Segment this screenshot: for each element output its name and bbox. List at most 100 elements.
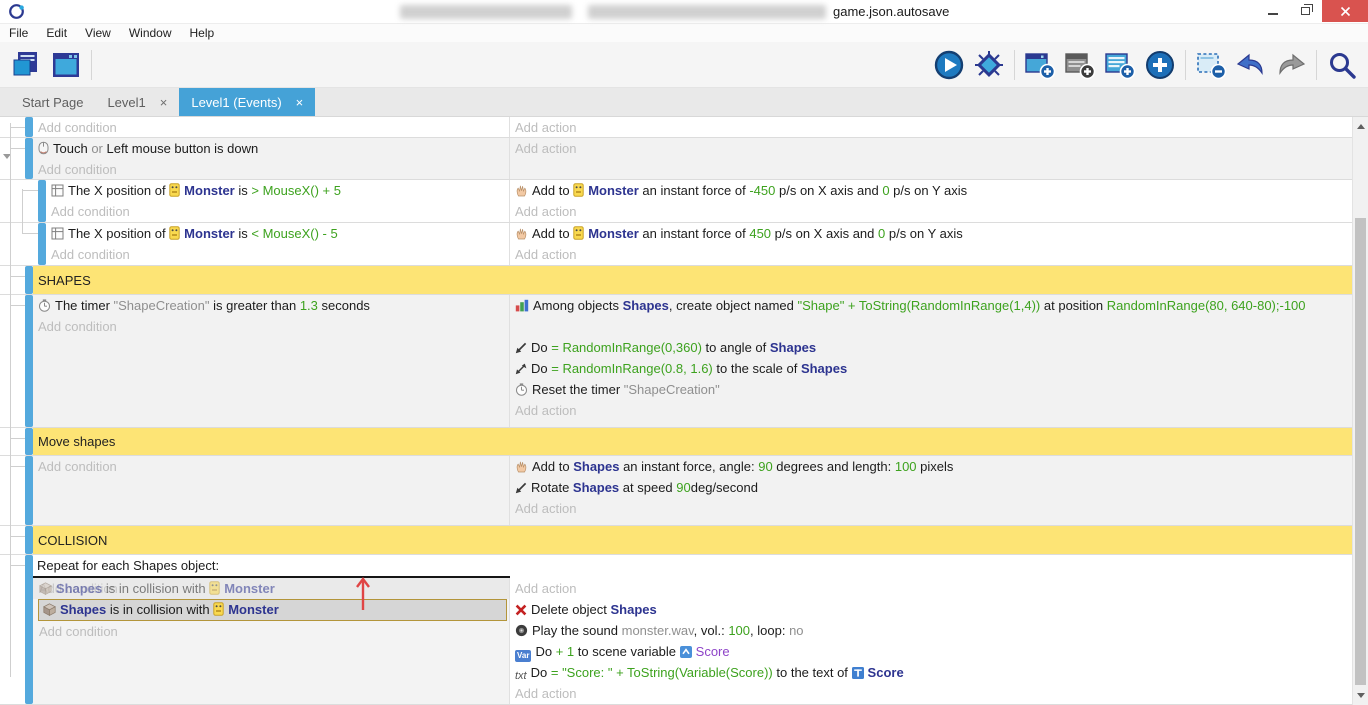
add-other-event-icon[interactable]: [1140, 45, 1180, 85]
actions-cell: Add to Shapes an instant force, angle: 9…: [510, 456, 1352, 525]
add-action-placeholder[interactable]: Add action: [515, 498, 1352, 519]
scrollbar-thumb[interactable]: [1355, 218, 1366, 685]
toolbar-separator: [1185, 50, 1186, 80]
restore-button[interactable]: [1289, 0, 1322, 22]
comment-label[interactable]: SHAPES: [33, 266, 1352, 294]
text-run: Shapes: [770, 340, 816, 355]
force-icon: [515, 458, 528, 477]
add-action-placeholder[interactable]: Add action: [515, 400, 1352, 421]
add-action-placeholder[interactable]: Add action: [510, 578, 1352, 599]
text-run: to angle of: [702, 340, 770, 355]
actions-cell: Add action: [510, 138, 1352, 179]
position-icon: [51, 225, 64, 244]
text-run: = RandomInRange(0.8, 1.6): [551, 361, 713, 376]
menu-edit[interactable]: Edit: [46, 26, 67, 40]
action-row[interactable]: txtDo = "Score: " + ToString(Variable(Sc…: [510, 662, 1352, 683]
add-condition-placeholder[interactable]: Add condition: [38, 117, 509, 137]
add-comment-icon[interactable]: [1060, 45, 1100, 85]
condition-row[interactable]: The timer "ShapeCreation" is greater tha…: [38, 295, 509, 316]
add-action-placeholder[interactable]: Add action: [515, 138, 1352, 159]
tab-start-page[interactable]: Start Page: [10, 88, 95, 116]
add-condition-placeholder[interactable]: Add condition: [33, 621, 509, 642]
force-icon: [515, 225, 528, 244]
play-icon[interactable]: [929, 45, 969, 85]
text-run: 100: [728, 623, 750, 638]
add-event-icon[interactable]: [1020, 45, 1060, 85]
action-row[interactable]: Reset the timer "ShapeCreation": [515, 379, 1352, 400]
conditions-cell: The X position of Monster is < MouseX() …: [46, 223, 510, 265]
tree-line: [10, 127, 25, 128]
minimize-button[interactable]: [1256, 0, 1289, 22]
add-condition-placeholder[interactable]: Add condition: [38, 159, 509, 179]
add-action-placeholder[interactable]: Add action: [515, 244, 1352, 265]
undo-icon[interactable]: [1231, 45, 1271, 85]
text-run: 100: [895, 459, 917, 474]
repeat-event: Repeat for each Shapes object: Add condit…: [0, 555, 1352, 705]
text-run: Shapes: [60, 602, 106, 617]
text-run: The X position of: [68, 183, 169, 198]
text-run: Score: [868, 665, 904, 680]
text-run: 0: [882, 183, 889, 198]
text-run: Touch: [53, 141, 91, 156]
delete-event-icon[interactable]: [1191, 45, 1231, 85]
condition-row[interactable]: The X position of Monster is < MouseX() …: [51, 223, 509, 244]
comment-label[interactable]: COLLISION: [33, 526, 1352, 554]
selected-condition-row[interactable]: Shapes is in collision with Monster: [38, 599, 507, 621]
add-condition-placeholder[interactable]: Add condition: [51, 244, 509, 265]
conditions-cell: The X position of Monster is > MouseX() …: [46, 180, 510, 222]
text-run: Add to: [532, 226, 573, 241]
tab-label: Level1: [107, 95, 145, 110]
repeat-header[interactable]: Repeat for each Shapes object:: [33, 555, 510, 578]
action-row[interactable]: Add to Shapes an instant force, angle: 9…: [515, 456, 1352, 477]
menu-help[interactable]: Help: [190, 26, 215, 40]
text-run: + 1: [556, 644, 574, 659]
condition-row[interactable]: The X position of Monster is > MouseX() …: [51, 180, 509, 201]
menu-view[interactable]: View: [85, 26, 111, 40]
text-run: "Shape" + ToString(RandomInRange(1,4)): [798, 298, 1041, 313]
scroll-up-icon[interactable]: [1357, 124, 1365, 129]
tab-close-icon[interactable]: ×: [296, 95, 304, 110]
event-highlight-bar: [25, 295, 33, 427]
tab-level1-events[interactable]: Level1 (Events) ×: [179, 88, 315, 116]
close-button[interactable]: [1322, 0, 1368, 22]
text-run: to the text of: [773, 665, 852, 680]
vertical-scrollbar[interactable]: [1352, 117, 1368, 705]
add-condition-placeholder[interactable]: Add condition: [38, 456, 509, 477]
monster-icon: [169, 182, 180, 201]
menu-file[interactable]: File: [9, 26, 28, 40]
project-manager-icon[interactable]: [6, 45, 46, 85]
actions-cell: Add action: [510, 117, 1352, 137]
action-row[interactable]: VarDo + 1 to scene variable Score: [510, 641, 1352, 662]
action-row[interactable]: Rotate Shapes at speed 90deg/second: [515, 477, 1352, 498]
action-row[interactable]: Add to Monster an instant force of -450 …: [515, 180, 1352, 201]
close-icon: [1340, 6, 1351, 17]
menu-window[interactable]: Window: [129, 26, 172, 40]
debug-icon[interactable]: [969, 45, 1009, 85]
condition-row[interactable]: Touch or Left mouse button is down: [38, 138, 509, 159]
redo-icon[interactable]: [1271, 45, 1311, 85]
add-condition-placeholder[interactable]: Add condition: [51, 201, 509, 222]
action-row[interactable]: Delete object Shapes: [510, 599, 1352, 620]
action-row[interactable]: Among objects Shapes, create object name…: [515, 295, 1352, 337]
event-highlight-bar: [25, 138, 33, 179]
scroll-down-icon[interactable]: [1357, 693, 1365, 698]
add-subevent-icon[interactable]: [1100, 45, 1140, 85]
text-run: Do: [531, 665, 551, 680]
event-highlight-bar: [25, 117, 33, 137]
tab-level1[interactable]: Level1 ×: [95, 88, 179, 116]
add-action-placeholder[interactable]: Add action: [515, 201, 1352, 222]
add-condition-placeholder[interactable]: Add condition: [38, 316, 509, 337]
tab-close-icon[interactable]: ×: [160, 95, 168, 110]
action-row[interactable]: Do = RandomInRange(0.8, 1.6) to the scal…: [515, 358, 1352, 379]
toolbar-separator: [91, 50, 92, 80]
add-action-placeholder[interactable]: Add action: [510, 683, 1352, 704]
action-row[interactable]: Add to Monster an instant force of 450 p…: [515, 223, 1352, 244]
action-row[interactable]: Play the sound monster.wav, vol.: 100, l…: [510, 620, 1352, 641]
action-row[interactable]: Do = RandomInRange(0,360) to angle of Sh…: [515, 337, 1352, 358]
comment-label[interactable]: Move shapes: [33, 428, 1352, 455]
search-icon[interactable]: [1322, 45, 1362, 85]
add-action-placeholder[interactable]: Add action: [515, 117, 1352, 137]
text-run: The X position of: [68, 226, 169, 241]
scene-editor-icon[interactable]: [46, 45, 86, 85]
monster-icon: [209, 580, 220, 599]
